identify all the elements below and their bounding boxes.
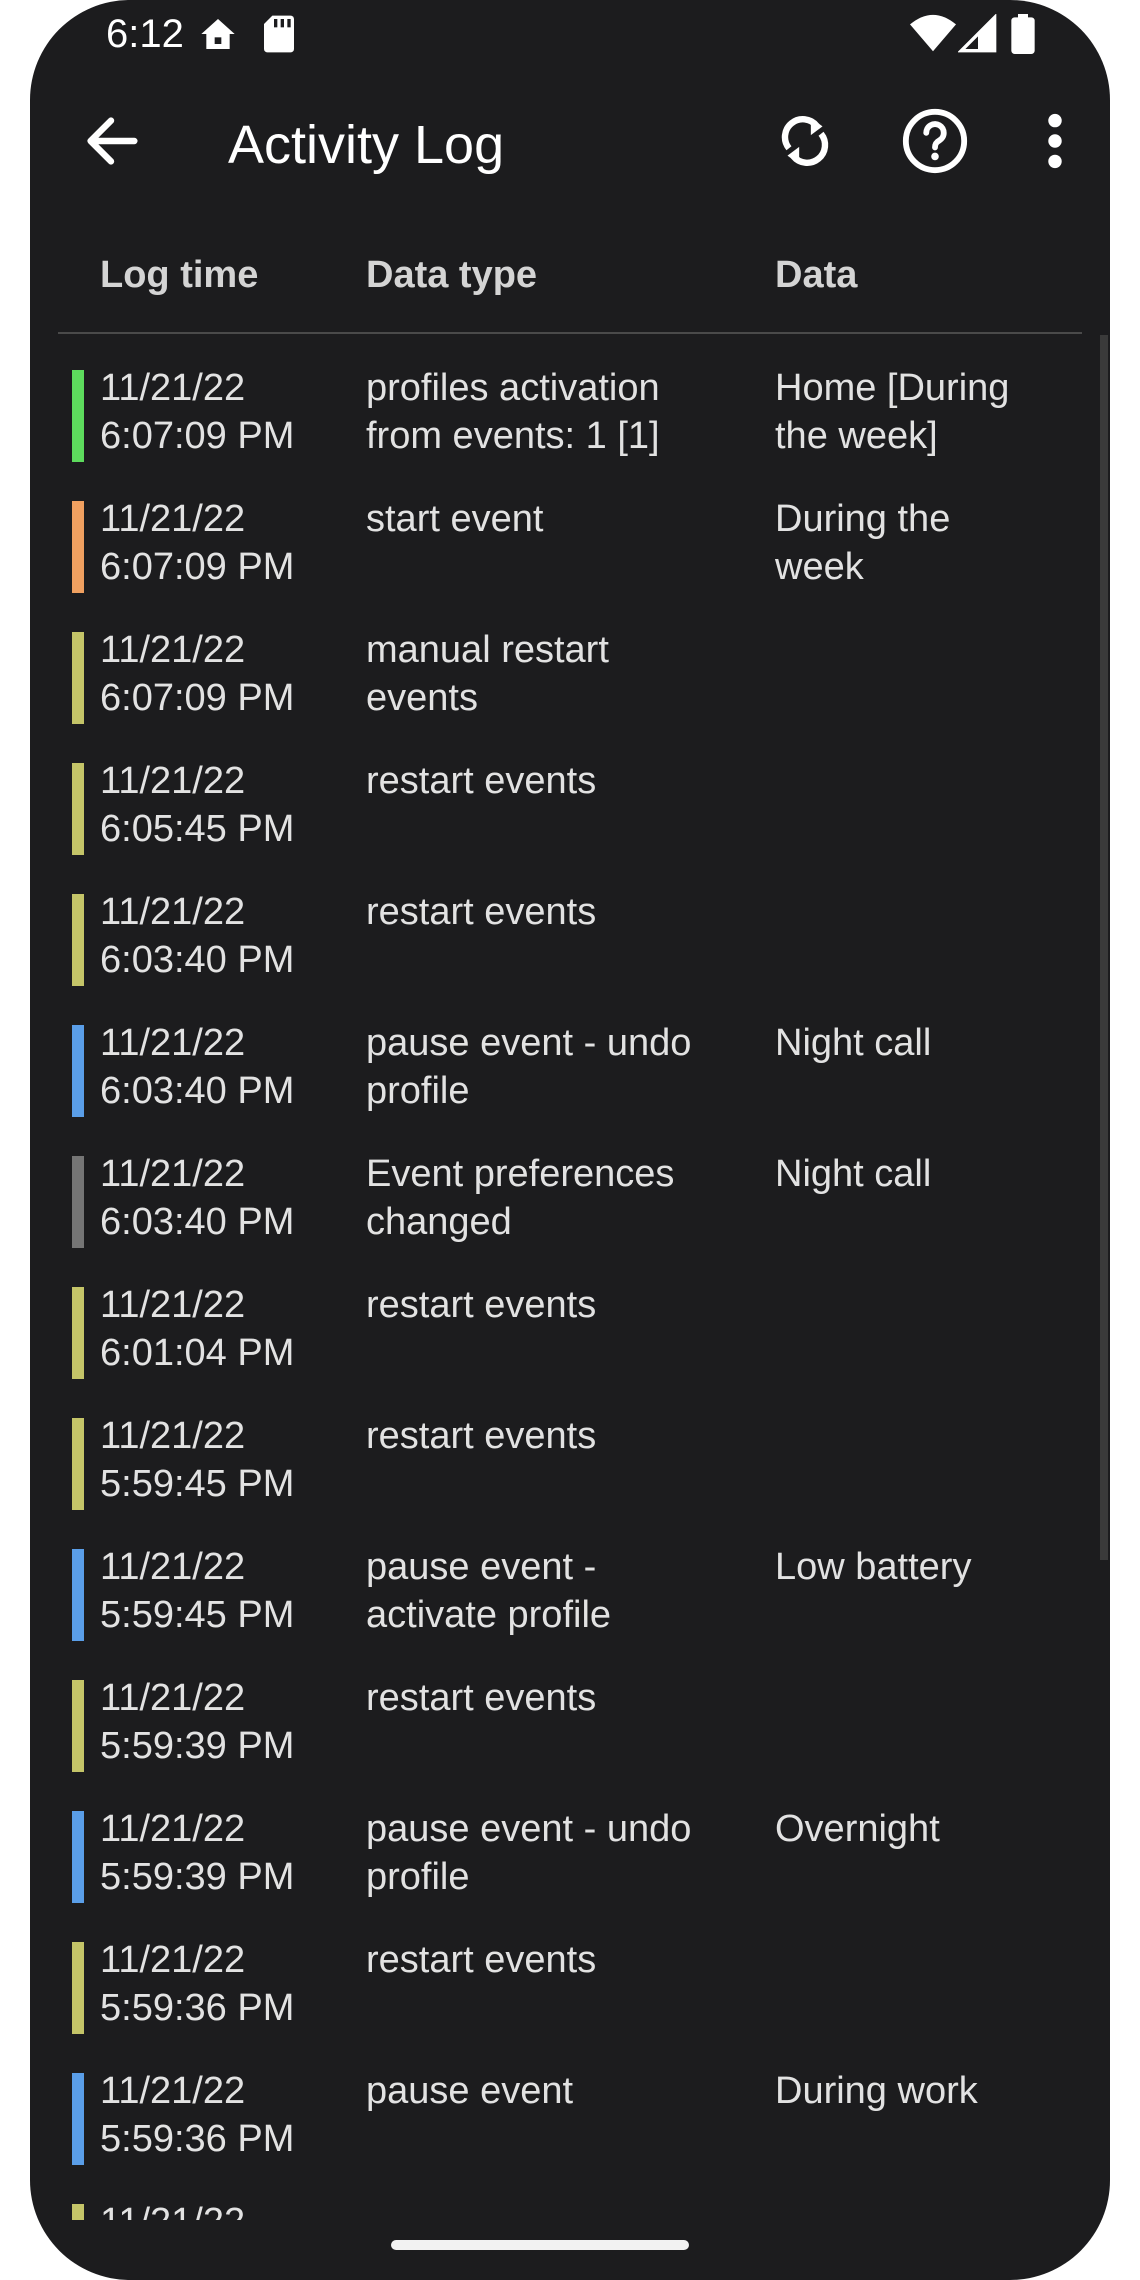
log-row[interactable]: 11/21/22 5:59:36 PM pause event During wor… bbox=[30, 2063, 1110, 2194]
log-row[interactable]: 11/21/22 6:07:09 PM profiles activation f… bbox=[30, 360, 1110, 491]
log-row[interactable]: 11/21/22 6:07:09 PM manual restart events bbox=[30, 622, 1110, 753]
log-time-cell: 11/21/22 bbox=[100, 2198, 330, 2220]
data-cell: Overnight bbox=[775, 1808, 940, 1850]
sd-card-icon bbox=[264, 15, 294, 53]
header-data: Data bbox=[775, 254, 858, 296]
data-cell: During the week bbox=[775, 498, 951, 588]
log-time-cell: 11/21/22 5:59:36 PM bbox=[100, 1939, 295, 2029]
data-type-cell: restart events bbox=[366, 1284, 597, 1326]
header-divider bbox=[58, 332, 1082, 334]
signal-icon bbox=[958, 14, 997, 53]
log-row[interactable]: 11/21/22 6:05:45 PM restart events bbox=[30, 753, 1110, 884]
event-type-color-bar bbox=[72, 632, 84, 724]
data-type-cell: restart events bbox=[366, 1939, 597, 1981]
data-type-cell: pause event bbox=[366, 2070, 574, 2112]
log-row[interactable]: 11/21/22 6:07:09 PM start event During the… bbox=[30, 491, 1110, 622]
log-time-cell: 11/21/22 6:07:09 PM bbox=[100, 629, 295, 719]
log-time-cell: 11/21/22 5:59:45 PM bbox=[100, 1546, 295, 1636]
event-type-color-bar bbox=[72, 501, 84, 593]
log-row[interactable]: 11/21/22 6:03:40 PM Event preferences cha… bbox=[30, 1146, 1110, 1277]
log-time-cell: 11/21/22 5:59:39 PM bbox=[100, 1808, 295, 1898]
log-time-cell: 11/21/22 6:07:09 PM bbox=[100, 367, 295, 457]
log-row[interactable]: 11/21/22 6:03:40 PM restart events bbox=[30, 884, 1110, 1015]
data-type-cell: pause event - activate profile bbox=[366, 1546, 612, 1636]
help-icon[interactable] bbox=[900, 106, 970, 176]
header-log-time: Log time bbox=[100, 254, 259, 296]
refresh-icon[interactable] bbox=[770, 106, 840, 176]
event-type-color-bar bbox=[72, 2073, 84, 2165]
gesture-nav-handle[interactable] bbox=[391, 2240, 689, 2250]
back-arrow-icon[interactable] bbox=[76, 106, 146, 176]
toolbar: Activity Log bbox=[30, 70, 1110, 220]
log-row[interactable]: 11/21/22 5:59:39 PM pause event - undo pr… bbox=[30, 1801, 1110, 1932]
data-type-cell: Event preferences changed bbox=[366, 1153, 675, 1243]
home-icon bbox=[201, 19, 235, 49]
data-cell: Home [During the week] bbox=[775, 367, 1010, 457]
data-type-cell: restart events bbox=[366, 760, 597, 802]
scrollbar[interactable] bbox=[1100, 335, 1108, 1560]
log-time-cell: 11/21/22 5:59:39 PM bbox=[100, 1677, 295, 1767]
event-type-color-bar bbox=[72, 1811, 84, 1903]
event-type-color-bar bbox=[72, 370, 84, 462]
log-time-cell: 11/21/22 6:07:09 PM bbox=[100, 498, 295, 588]
data-cell: Night call bbox=[775, 1153, 932, 1195]
status-time: 6:12 bbox=[106, 12, 184, 56]
data-type-cell: profiles activation from events: 1 [1] bbox=[366, 367, 660, 457]
event-type-color-bar bbox=[72, 894, 84, 986]
log-time-cell: 11/21/22 5:59:36 PM bbox=[100, 2070, 295, 2160]
event-type-color-bar bbox=[72, 1156, 84, 1248]
log-time-cell: 11/21/22 5:59:45 PM bbox=[100, 1415, 295, 1505]
event-type-color-bar bbox=[72, 1680, 84, 1772]
more-vert-icon[interactable] bbox=[1030, 106, 1080, 176]
log-row[interactable]: 11/21/22 5:59:45 PM restart events bbox=[30, 1408, 1110, 1539]
log-time-cell: 11/21/22 6:03:40 PM bbox=[100, 1022, 295, 1112]
log-time-cell: 11/21/22 6:03:40 PM bbox=[100, 891, 295, 981]
log-row[interactable]: 11/21/22 bbox=[30, 2194, 1110, 2220]
log-list[interactable]: 11/21/22 6:07:09 PM profiles activation f… bbox=[30, 360, 1110, 2220]
log-row[interactable]: 11/21/22 5:59:36 PM restart events bbox=[30, 1932, 1110, 2063]
data-type-cell: pause event - undo profile bbox=[366, 1808, 692, 1898]
log-time-cell: 11/21/22 6:05:45 PM bbox=[100, 760, 295, 850]
log-row[interactable]: 11/21/22 5:59:45 PM pause event - activat… bbox=[30, 1539, 1110, 1670]
event-type-color-bar bbox=[72, 763, 84, 855]
log-time-cell: 11/21/22 6:01:04 PM bbox=[100, 1284, 295, 1374]
data-type-cell: restart events bbox=[366, 1415, 597, 1457]
data-cell: Night call bbox=[775, 1022, 932, 1064]
page-title: Activity Log bbox=[228, 115, 505, 175]
log-row[interactable]: 11/21/22 6:01:04 PM restart events bbox=[30, 1277, 1110, 1408]
data-type-cell: pause event - undo profile bbox=[366, 1022, 692, 1112]
event-type-color-bar bbox=[72, 1025, 84, 1117]
log-row[interactable]: 11/21/22 5:59:39 PM restart events bbox=[30, 1670, 1110, 1801]
data-type-cell: manual restart events bbox=[366, 629, 609, 719]
data-cell: Low battery bbox=[775, 1546, 972, 1588]
log-time-cell: 11/21/22 6:03:40 PM bbox=[100, 1153, 295, 1243]
event-type-color-bar bbox=[72, 1418, 84, 1510]
phone-screen: 6:12 Activity Log Log time Data type Dat… bbox=[30, 0, 1110, 2280]
event-type-color-bar bbox=[72, 2204, 84, 2220]
data-type-cell: restart events bbox=[366, 891, 597, 933]
wifi-icon bbox=[910, 14, 956, 52]
event-type-color-bar bbox=[72, 1942, 84, 2034]
table-header: Log time Data type Data bbox=[30, 220, 1110, 332]
data-cell: During work bbox=[775, 2070, 978, 2112]
event-type-color-bar bbox=[72, 1287, 84, 1379]
data-type-cell: restart events bbox=[366, 1677, 597, 1719]
data-type-cell: start event bbox=[366, 498, 544, 540]
header-data-type: Data type bbox=[366, 254, 538, 296]
event-type-color-bar bbox=[72, 1549, 84, 1641]
status-bar: 6:12 bbox=[30, 0, 1110, 70]
log-row[interactable]: 11/21/22 6:03:40 PM pause event - undo pr… bbox=[30, 1015, 1110, 1146]
battery-icon bbox=[1011, 14, 1035, 54]
